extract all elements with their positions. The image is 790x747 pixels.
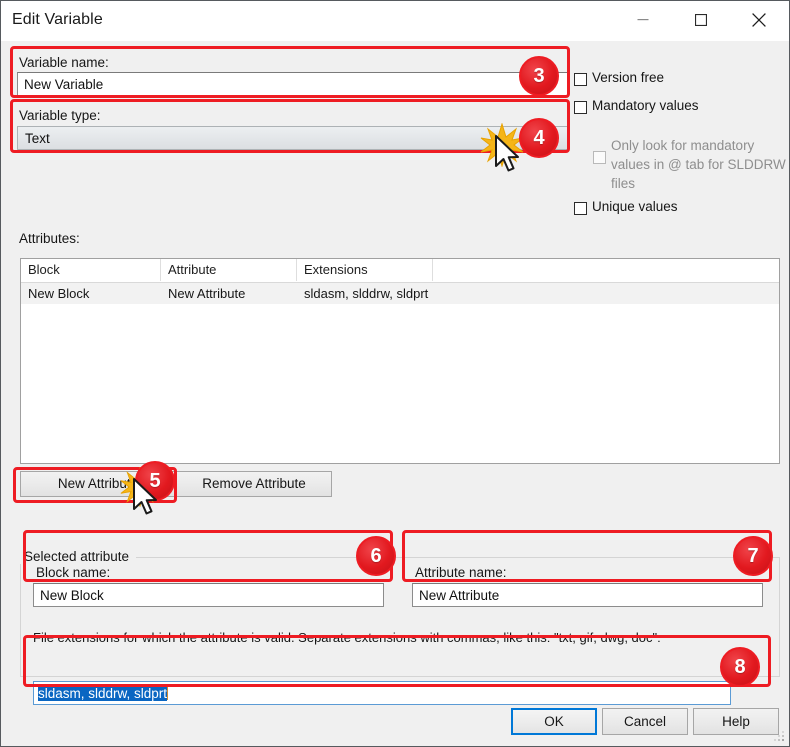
maximize-icon xyxy=(695,14,707,26)
checkbox-box xyxy=(574,101,587,114)
cell-block: New Block xyxy=(28,286,90,301)
title-bar: Edit Variable xyxy=(1,1,789,42)
extensions-input[interactable]: sldasm, slddrw, sldprt xyxy=(33,681,731,705)
help-button[interactable]: Help xyxy=(693,708,779,735)
selected-attribute-title: Selected attribute xyxy=(20,549,134,564)
cell-extensions: sldasm, slddrw, sldprt xyxy=(304,286,429,301)
variable-type-combobox[interactable]: Text xyxy=(17,126,569,150)
attribute-name-input[interactable]: New Attribute xyxy=(412,583,763,607)
edit-variable-dialog: Edit Variable Variable name: New Variabl… xyxy=(0,0,790,747)
remove-attribute-button[interactable]: Remove Attribute xyxy=(176,471,332,497)
close-button[interactable] xyxy=(736,1,782,39)
column-header-attribute[interactable]: Attribute xyxy=(161,259,297,281)
new-attribute-button[interactable]: New Attribute xyxy=(20,471,176,497)
attributes-table-header: Block Attribute Extensions xyxy=(21,259,779,283)
close-icon xyxy=(752,13,766,27)
minimize-button[interactable] xyxy=(620,1,666,39)
column-header-extensions[interactable]: Extensions xyxy=(297,259,433,281)
attributes-label: Attributes: xyxy=(19,231,80,246)
dialog-client-area: Variable name: New Variable Variable typ… xyxy=(1,41,789,746)
window-title: Edit Variable xyxy=(12,11,103,28)
checkbox-box xyxy=(574,202,587,215)
extensions-selected-text: sldasm, slddrw, sldprt xyxy=(38,686,168,701)
mandatory-values-label: Mandatory values xyxy=(592,98,699,113)
selected-attribute-groupbox xyxy=(20,557,780,677)
block-name-input[interactable]: New Block xyxy=(33,583,384,607)
cancel-button[interactable]: Cancel xyxy=(602,708,688,735)
resize-grip-icon[interactable] xyxy=(774,731,786,743)
block-name-label: Block name: xyxy=(36,565,111,580)
table-row[interactable]: New Block New Attribute sldasm, slddrw, … xyxy=(21,283,779,304)
attributes-listview[interactable]: Block Attribute Extensions New Block New… xyxy=(20,258,780,464)
text-caret xyxy=(167,686,169,700)
version-free-label: Version free xyxy=(592,70,665,85)
variable-name-input[interactable]: New Variable xyxy=(17,72,569,96)
column-header-block[interactable]: Block xyxy=(21,259,161,281)
checkbox-box xyxy=(593,151,606,164)
minimize-icon xyxy=(637,19,649,21)
maximize-button[interactable] xyxy=(678,1,724,39)
attribute-name-label: Attribute name: xyxy=(415,565,507,580)
variable-type-label: Variable type: xyxy=(19,108,101,123)
ok-button[interactable]: OK xyxy=(511,708,597,735)
unique-values-label: Unique values xyxy=(592,199,678,214)
checkbox-box xyxy=(574,73,587,86)
extensions-hint-label: File extensions for which the attribute … xyxy=(33,630,661,645)
only-look-mandatory-label: Only look for mandatory values in @ tab … xyxy=(611,138,786,191)
cell-attribute: New Attribute xyxy=(168,286,246,301)
attributes-table-body: New Block New Attribute sldasm, slddrw, … xyxy=(21,283,779,304)
variable-name-label: Variable name: xyxy=(19,55,109,70)
